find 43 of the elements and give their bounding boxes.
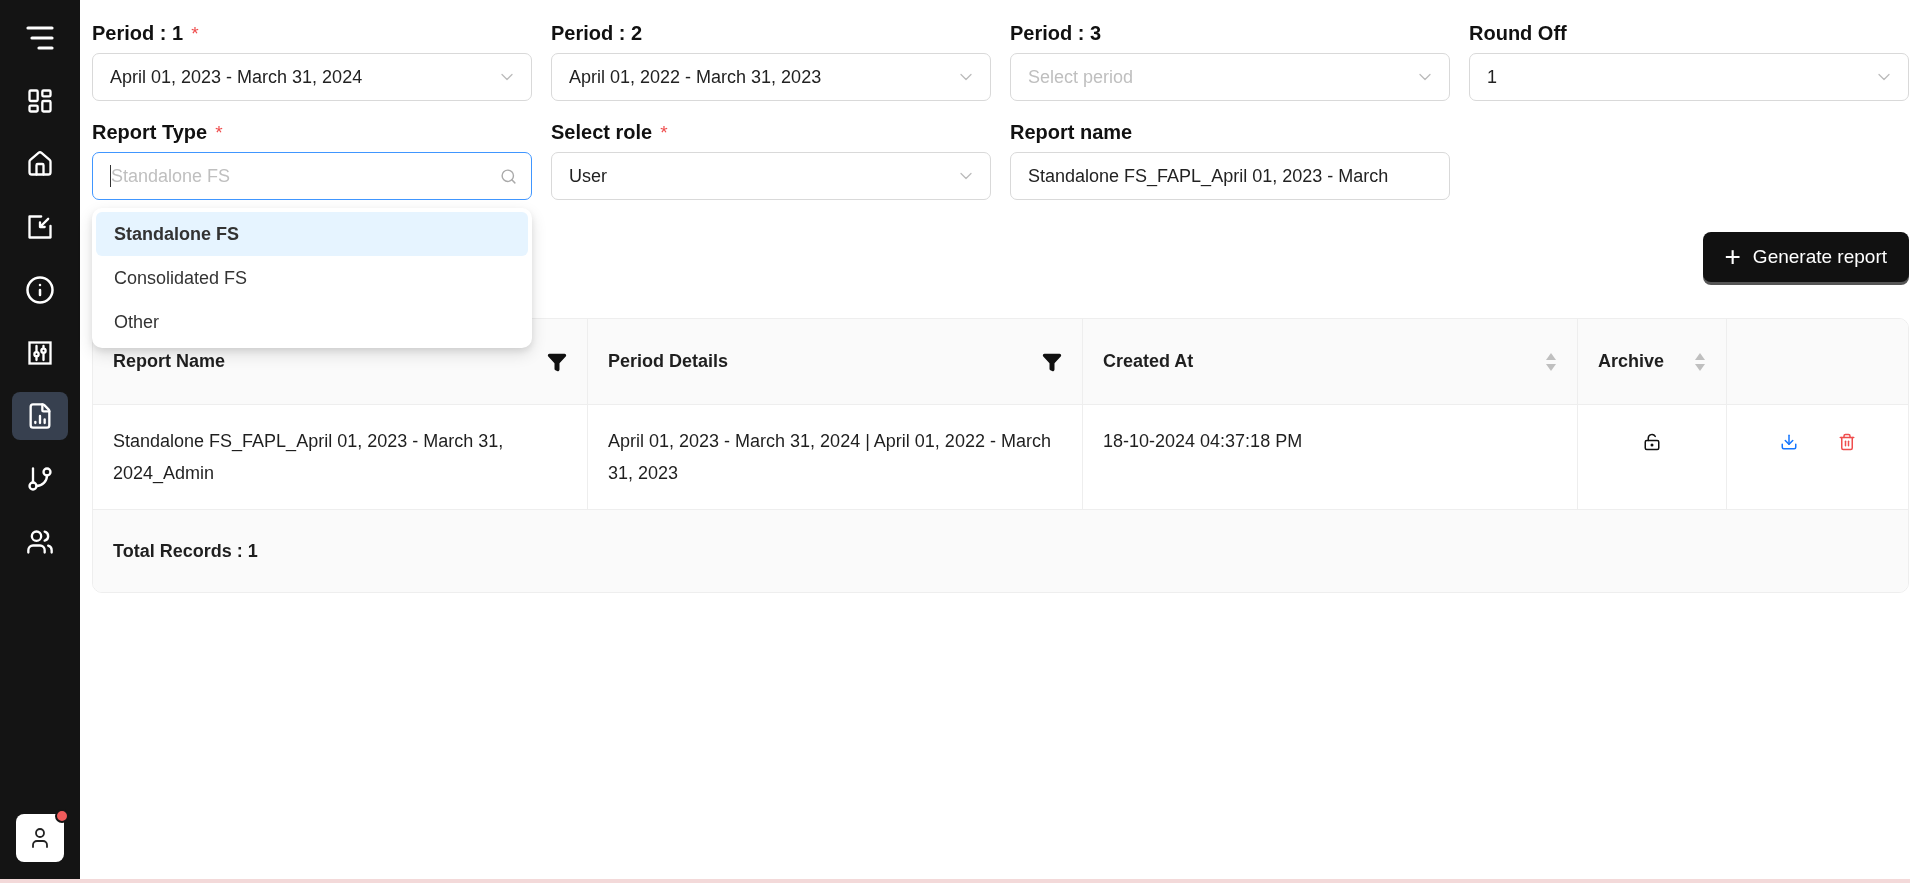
search-icon xyxy=(500,167,517,185)
branch-icon xyxy=(26,465,54,493)
sidebar-item[interactable] xyxy=(12,392,68,440)
menu-icon xyxy=(25,25,55,51)
field-label: Period : 1 xyxy=(92,22,184,45)
required-mark: * xyxy=(191,23,199,45)
table-cell-text: April 01, 2023 - March 31, 2024 | April 01, 2022 - March 31, 2023 xyxy=(608,430,1052,485)
dropdown-option[interactable]: Standalone FS xyxy=(96,212,528,256)
input-field[interactable]: Standalone FS_FAPL_April 01, 2023 - March xyxy=(1010,152,1450,200)
required-mark: * xyxy=(215,122,223,144)
column-title: Archive xyxy=(1598,351,1666,372)
select-field[interactable]: User xyxy=(551,152,991,200)
field-label: Round Off xyxy=(1469,22,1567,45)
edit-icon xyxy=(26,213,54,241)
total-records: Total Records : 1 xyxy=(113,540,258,562)
info-icon xyxy=(25,275,55,305)
notification-dot xyxy=(55,809,69,823)
table-cell-text: 18-10-2024 04:37:18 PM xyxy=(1103,430,1303,453)
dropdown-option[interactable]: Other xyxy=(96,300,528,344)
column-title: Created At xyxy=(1103,351,1195,372)
dashboard-icon xyxy=(26,87,54,115)
column-title: Report Name xyxy=(113,351,227,372)
field-label: Report Type xyxy=(92,121,208,144)
field-label: Select role xyxy=(551,121,653,144)
delete-icon[interactable] xyxy=(1837,433,1856,451)
sliders-icon xyxy=(26,339,54,367)
unlock-icon[interactable] xyxy=(1643,433,1661,451)
select-field[interactable]: 1 xyxy=(1469,53,1909,101)
dropdown-option[interactable]: Consolidated FS xyxy=(96,256,528,300)
generate-report-button[interactable]: + Generate report xyxy=(1702,232,1909,282)
table-cell-text: Standalone FS_FAPL_April 01, 2023 - March 31, 2024_Admin xyxy=(113,430,505,486)
required-mark: * xyxy=(660,122,668,144)
select-field[interactable]: April 01, 2023 - March 31, 2024 xyxy=(92,53,532,101)
filter-icon[interactable] xyxy=(547,351,567,372)
users-icon xyxy=(26,528,54,556)
filter-icon[interactable] xyxy=(1042,351,1062,372)
home-icon xyxy=(26,150,54,178)
field-label: Period : 3 xyxy=(1010,22,1102,45)
select-field[interactable]: April 01, 2022 - March 31, 2023 xyxy=(551,53,991,101)
field-label: Period : 2 xyxy=(551,22,643,45)
download-icon[interactable] xyxy=(1779,433,1798,451)
field-label: Report name xyxy=(1010,121,1133,144)
column-title: Period Details xyxy=(608,351,730,372)
